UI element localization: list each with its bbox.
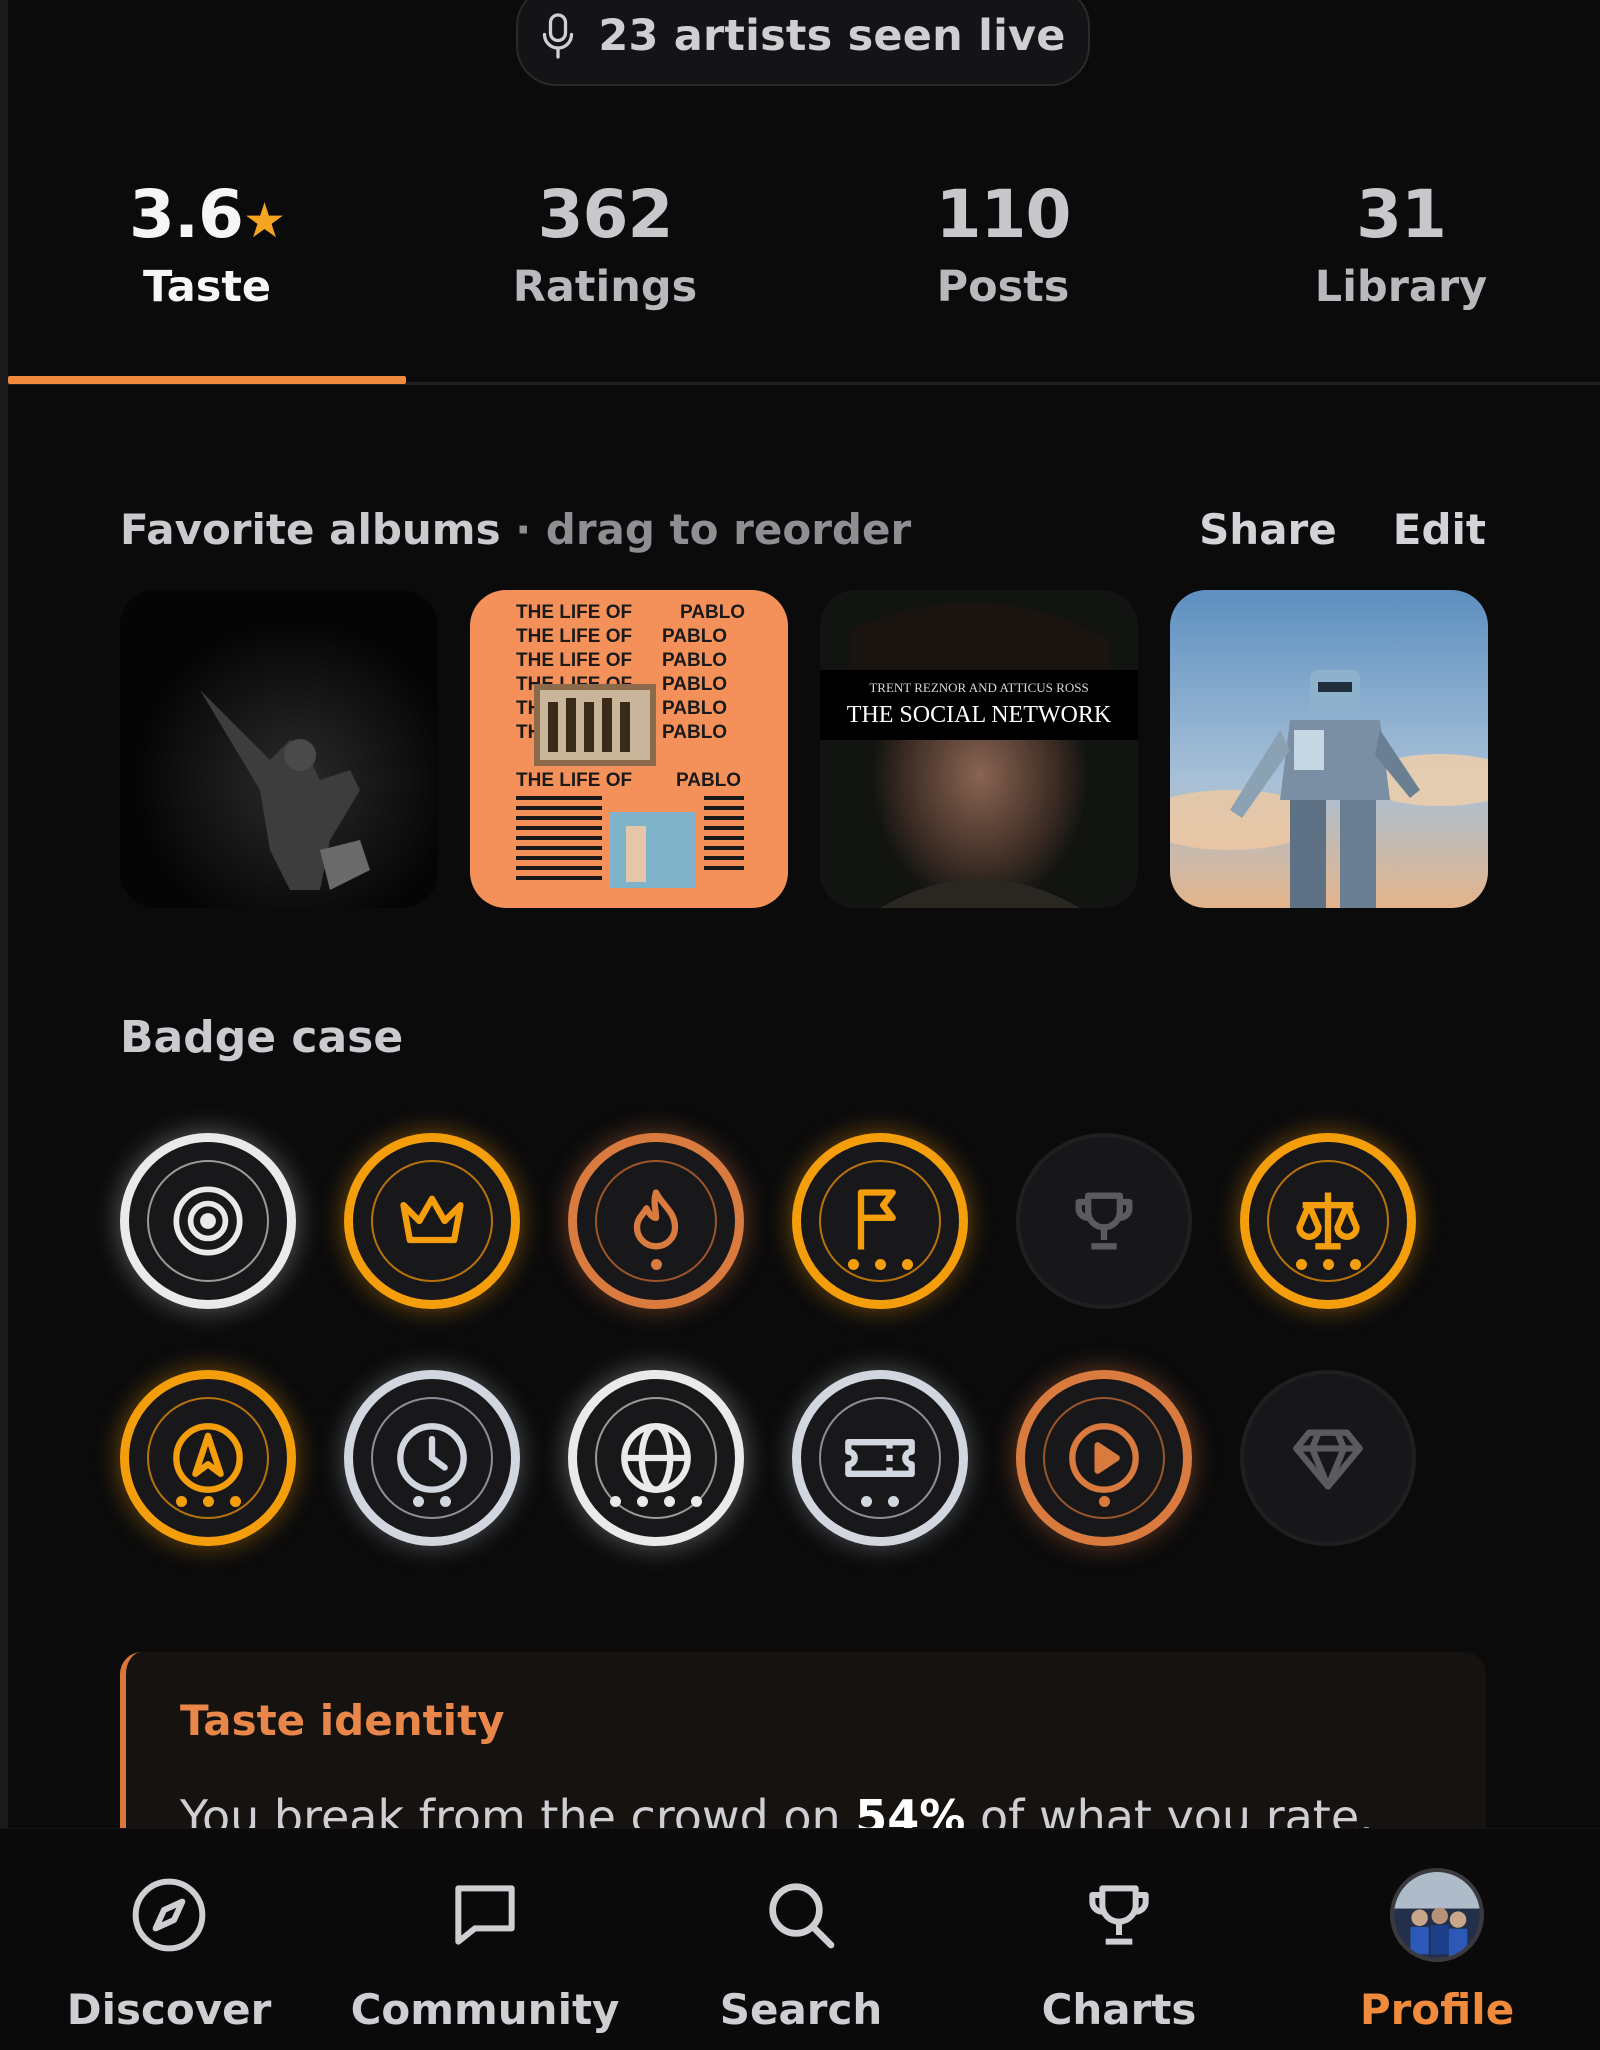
library-label: Library bbox=[1314, 262, 1488, 312]
favorite-albums-list: THE LIFE OF PABLO THE LIFE OF PABLO THE LI… bbox=[120, 590, 1488, 908]
left-edge bbox=[0, 0, 8, 2050]
badge-row-2 bbox=[120, 1370, 1416, 1546]
play-badge[interactable] bbox=[1016, 1370, 1192, 1546]
navigation-arrow-icon bbox=[173, 1423, 243, 1493]
flame-badge[interactable] bbox=[568, 1133, 744, 1309]
ratings-label: Ratings bbox=[512, 262, 698, 312]
badge-level-dots bbox=[577, 1496, 735, 1507]
flag-icon bbox=[857, 1189, 896, 1250]
globe-badge[interactable] bbox=[568, 1370, 744, 1546]
svg-text:TRENT REZNOR AND ATTICUS ROSS: TRENT REZNOR AND ATTICUS ROSS bbox=[869, 680, 1088, 695]
microphone-icon bbox=[543, 13, 574, 59]
badge-level-dots bbox=[353, 1496, 511, 1507]
avatar bbox=[1390, 1868, 1484, 1962]
scales-badge[interactable] bbox=[1240, 1133, 1416, 1309]
tab-posts[interactable]: 110 Posts bbox=[804, 170, 1202, 382]
search-icon bbox=[769, 1883, 835, 1949]
diamond-badge[interactable] bbox=[1240, 1370, 1416, 1546]
svg-text:THE LIFE OF: THE LIFE OF bbox=[516, 602, 632, 623]
favorite-albums-hint: · drag to reorder bbox=[500, 505, 912, 554]
clock-badge[interactable] bbox=[344, 1370, 520, 1546]
posts-label: Posts bbox=[936, 262, 1070, 312]
favorite-albums-actions: Share Edit bbox=[1199, 505, 1486, 554]
the-life-of-pablo-cover[interactable]: THE LIFE OF PABLO THE LIFE OF PABLO THE LI… bbox=[470, 590, 788, 908]
tab-ratings[interactable]: 362 Ratings bbox=[406, 170, 804, 382]
ticket-icon bbox=[845, 1439, 915, 1477]
clock-icon bbox=[397, 1423, 467, 1493]
badge-level-dots bbox=[129, 1496, 287, 1507]
flag-badge[interactable] bbox=[792, 1133, 968, 1309]
nav-charts[interactable]: Charts bbox=[960, 1869, 1278, 2034]
badge-level-dots bbox=[577, 1259, 735, 1270]
taste-value: 3.6★ bbox=[129, 176, 286, 253]
posts-value: 110 bbox=[935, 176, 1072, 253]
active-tab-indicator bbox=[8, 376, 406, 384]
badge-row-1 bbox=[120, 1133, 1416, 1309]
ticket-badge[interactable] bbox=[792, 1370, 968, 1546]
svg-text:PABLO: PABLO bbox=[662, 722, 727, 743]
profile-stats-tabs: 3.6★ Taste 362 Ratings 110 Posts 31 Libr… bbox=[8, 170, 1600, 382]
ratings-value: 362 bbox=[537, 176, 674, 253]
svg-text:PABLO: PABLO bbox=[676, 770, 741, 791]
badge-case-heading: Badge case bbox=[120, 1012, 404, 1063]
edit-button[interactable]: Edit bbox=[1393, 505, 1486, 554]
nav-discover[interactable]: Discover bbox=[10, 1869, 328, 2034]
robot-album-cover[interactable] bbox=[1170, 590, 1488, 908]
compass-icon bbox=[132, 1878, 206, 1952]
artists-seen-live-pill[interactable]: 23 artists seen live bbox=[516, 0, 1090, 86]
svg-text:PABLO: PABLO bbox=[662, 698, 727, 719]
trophy-icon bbox=[1075, 1192, 1133, 1250]
tab-taste[interactable]: 3.6★ Taste bbox=[8, 170, 406, 382]
taste-label: Taste bbox=[142, 262, 272, 312]
scales-icon bbox=[1296, 1192, 1360, 1250]
chat-bubble-icon bbox=[455, 1885, 515, 1945]
trophy-icon bbox=[1089, 1885, 1149, 1945]
badge-level-dots bbox=[1249, 1259, 1407, 1270]
diamond-icon bbox=[1293, 1429, 1363, 1490]
badge-level-dots bbox=[801, 1496, 959, 1507]
badge-level-dots bbox=[1025, 1496, 1183, 1507]
tab-library[interactable]: 31 Library bbox=[1202, 170, 1600, 382]
profile-page: 23 artists seen live 3.6★ Taste 362 Rati… bbox=[0, 0, 1600, 2050]
dark-figure-album-cover[interactable] bbox=[120, 590, 438, 908]
flame-icon bbox=[633, 1189, 679, 1250]
taste-identity-title: Taste identity bbox=[180, 1696, 505, 1745]
compass-badge[interactable] bbox=[120, 1370, 296, 1546]
badge-level-dots bbox=[801, 1259, 959, 1270]
crown-badge[interactable] bbox=[344, 1133, 520, 1309]
target-badge[interactable] bbox=[120, 1133, 296, 1309]
play-icon bbox=[1069, 1423, 1139, 1493]
nav-search[interactable]: Search bbox=[642, 1869, 960, 2034]
star-icon: ★ bbox=[242, 193, 286, 249]
favorite-albums-heading: Favorite albums · drag to reorder bbox=[120, 505, 912, 554]
svg-text:PABLO: PABLO bbox=[662, 650, 727, 671]
globe-icon bbox=[621, 1423, 691, 1493]
svg-text:THE LIFE OF: THE LIFE OF bbox=[516, 650, 632, 671]
bottom-navigation: Discover Community Search Charts Profile bbox=[0, 1828, 1600, 2050]
svg-text:PABLO: PABLO bbox=[680, 602, 745, 623]
svg-text:PABLO: PABLO bbox=[662, 626, 727, 647]
svg-text:PABLO: PABLO bbox=[662, 674, 727, 695]
trophy-badge[interactable] bbox=[1016, 1133, 1192, 1309]
nav-community[interactable]: Community bbox=[326, 1869, 644, 2034]
target-icon bbox=[173, 1186, 243, 1256]
artists-seen-live-text: 23 artists seen live bbox=[598, 11, 1066, 61]
svg-text:THE LIFE OF: THE LIFE OF bbox=[516, 770, 632, 791]
library-value: 31 bbox=[1356, 176, 1447, 253]
the-social-network-cover[interactable]: TRENT REZNOR AND ATTICUS ROSS THE SOCIAL… bbox=[820, 590, 1138, 908]
nav-profile[interactable]: Profile bbox=[1278, 1868, 1596, 2034]
svg-text:THE SOCIAL NETWORK: THE SOCIAL NETWORK bbox=[847, 702, 1112, 728]
crown-icon bbox=[400, 1195, 464, 1244]
share-button[interactable]: Share bbox=[1199, 505, 1337, 554]
svg-text:THE LIFE OF: THE LIFE OF bbox=[516, 626, 632, 647]
